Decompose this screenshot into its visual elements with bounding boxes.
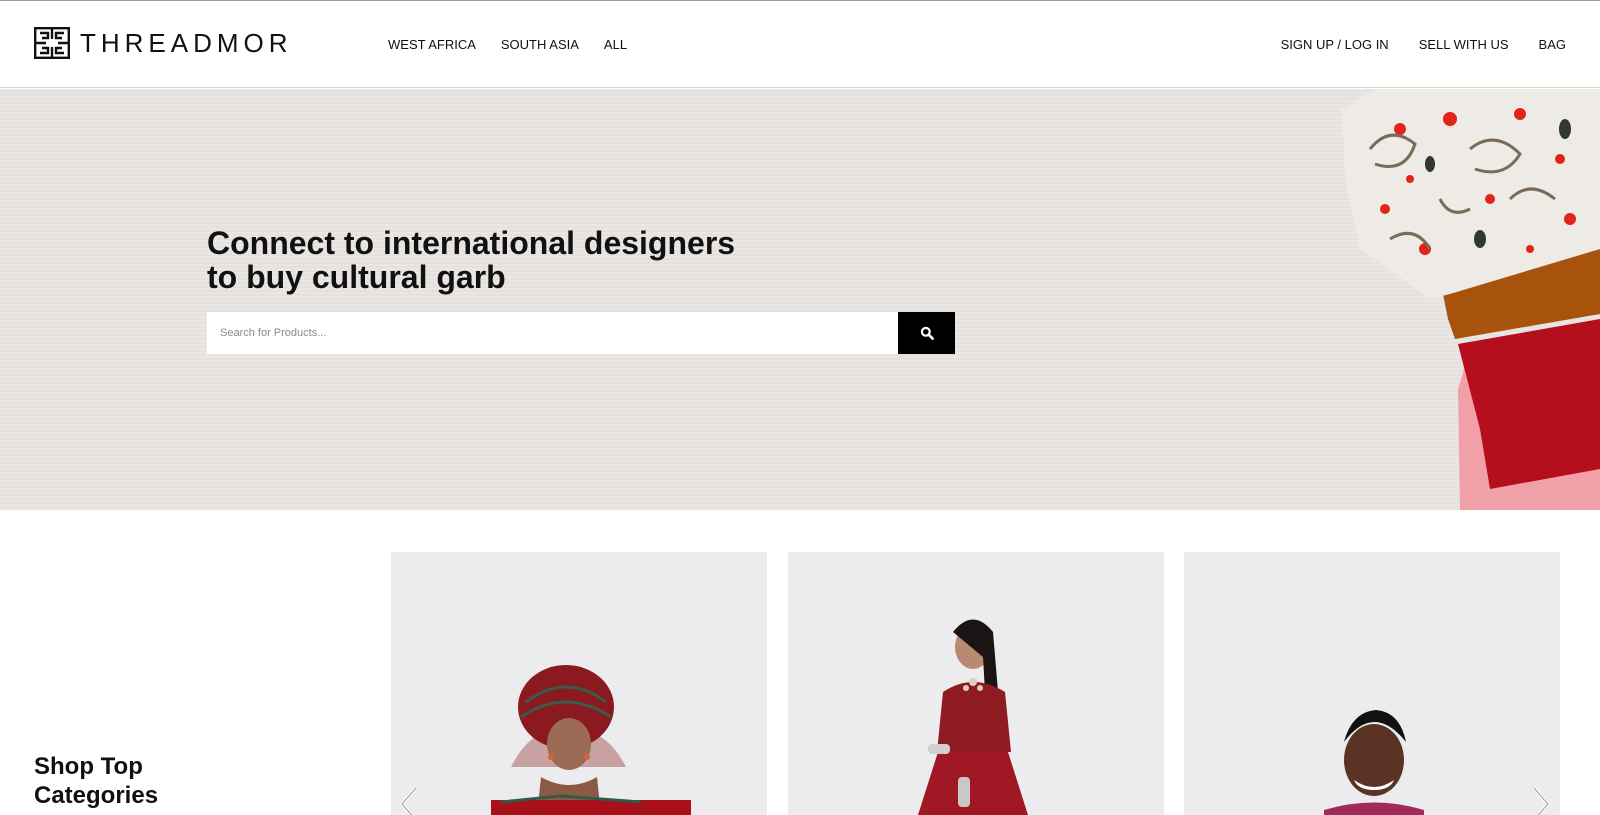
site-header: THREADMOR WEST AFRICA SOUTH ASIA ALL SIG…	[0, 0, 1600, 88]
hero-title: Connect to international designers to bu…	[207, 226, 807, 294]
hero-banner: Connect to international designers to bu…	[0, 89, 1600, 510]
brand-logo[interactable]: THREADMOR	[34, 27, 293, 59]
category-card-south-asia[interactable]	[788, 552, 1164, 815]
nav-sign-up-log-in[interactable]: SIGN UP / LOG IN	[1281, 37, 1389, 53]
nav-all[interactable]: ALL	[604, 37, 627, 53]
woman-in-red-lehenga-image	[918, 619, 1028, 815]
brand-name: THREADMOR	[80, 28, 293, 58]
categories-heading: Shop Top Categories	[34, 752, 158, 810]
search-button[interactable]	[898, 312, 955, 354]
threadmor-maze-logo-icon	[34, 27, 70, 59]
category-card-west-africa[interactable]	[391, 552, 767, 815]
nav-bag[interactable]: BAG	[1539, 37, 1566, 53]
chevron-left-icon	[400, 787, 418, 815]
embroidered-fabric-image	[1342, 89, 1600, 510]
chevron-right-icon	[1532, 787, 1550, 815]
hero-title-line-2: to buy cultural garb	[207, 259, 506, 295]
search-input[interactable]	[207, 312, 898, 354]
search-icon	[920, 326, 934, 340]
hero-title-line-1: Connect to international designers	[207, 225, 736, 261]
region-nav: WEST AFRICA SOUTH ASIA ALL	[388, 37, 627, 53]
nav-south-asia[interactable]: SOUTH ASIA	[501, 37, 579, 53]
categories-heading-line-1: Shop Top	[34, 753, 143, 780]
product-search	[207, 312, 955, 354]
woman-in-red-gele-image	[491, 665, 691, 815]
smiling-young-man-image	[1324, 710, 1424, 815]
carousel-prev-button[interactable]	[394, 784, 424, 815]
account-nav: SIGN UP / LOG IN SELL WITH US BAG	[1281, 37, 1566, 53]
nav-sell-with-us[interactable]: SELL WITH US	[1419, 37, 1509, 53]
carousel-next-button[interactable]	[1526, 784, 1556, 815]
categories-heading-line-2: Categories	[34, 782, 159, 809]
nav-west-africa[interactable]: WEST AFRICA	[388, 37, 476, 53]
category-card-menswear[interactable]	[1184, 552, 1560, 815]
